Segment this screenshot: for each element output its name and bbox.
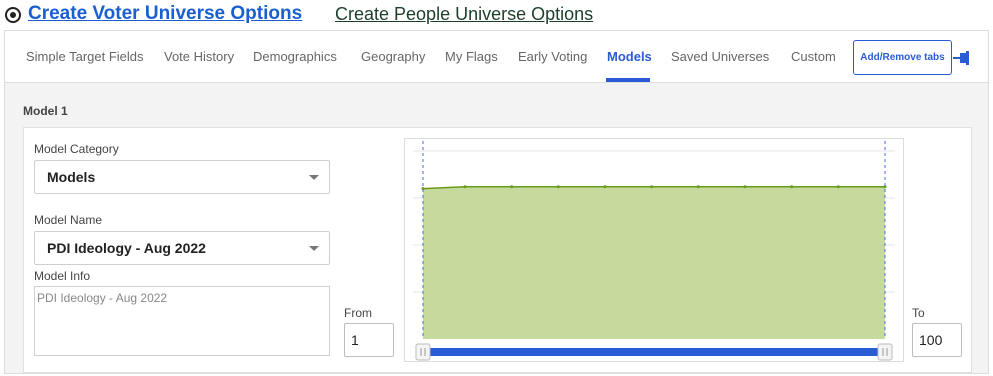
tab-vote-history[interactable]: Vote History bbox=[164, 49, 234, 64]
tab-my-flags[interactable]: My Flags bbox=[445, 49, 498, 64]
model-name-label: Model Name bbox=[34, 213, 103, 227]
to-label: To bbox=[912, 306, 925, 320]
chevron-down-icon bbox=[309, 175, 319, 180]
model-distribution-chart bbox=[404, 138, 904, 362]
data-point-9 bbox=[836, 185, 840, 189]
model-category-label: Model Category bbox=[34, 142, 119, 156]
data-point-8 bbox=[790, 185, 794, 189]
model-category-value: Models bbox=[47, 169, 96, 185]
distribution-chart-svg bbox=[413, 141, 895, 361]
tab-geography[interactable]: Geography bbox=[361, 49, 425, 64]
data-point-3 bbox=[556, 185, 560, 189]
data-point-4 bbox=[603, 185, 607, 189]
pin-icon[interactable] bbox=[953, 50, 971, 66]
data-point-7 bbox=[743, 185, 747, 189]
radio-selected-dot bbox=[10, 12, 16, 18]
tab-demographics[interactable]: Demographics bbox=[253, 49, 337, 64]
model-category-select[interactable]: Models bbox=[34, 160, 330, 194]
model-info-label: Model Info bbox=[34, 269, 91, 283]
tab-custom[interactable]: Custom bbox=[791, 49, 836, 64]
data-point-6 bbox=[696, 185, 700, 189]
model-info-field[interactable]: PDI Ideology - Aug 2022 bbox=[34, 286, 330, 356]
data-point-5 bbox=[650, 185, 654, 189]
from-label: From bbox=[344, 306, 372, 320]
range-slider-start-handle[interactable] bbox=[415, 343, 431, 361]
tab-models[interactable]: Models bbox=[607, 49, 652, 64]
universe-options-row: Create Voter Universe Options Create Peo… bbox=[0, 0, 993, 30]
to-input[interactable]: 100 bbox=[912, 323, 962, 357]
voter-universe-radio[interactable] bbox=[5, 7, 21, 23]
range-slider-end-handle[interactable] bbox=[877, 343, 893, 361]
tab-bar: Simple Target Fields Vote History Demogr… bbox=[5, 31, 988, 83]
tab-simple-target-fields[interactable]: Simple Target Fields bbox=[26, 49, 144, 64]
data-point-2 bbox=[510, 185, 514, 189]
distribution-area bbox=[423, 186, 885, 339]
add-remove-tabs-button[interactable]: Add/Remove tabs bbox=[853, 40, 952, 75]
range-slider-track[interactable] bbox=[423, 348, 885, 356]
data-point-1 bbox=[463, 185, 467, 189]
active-tab-indicator bbox=[606, 78, 650, 82]
tab-early-voting[interactable]: Early Voting bbox=[518, 49, 587, 64]
tab-saved-universes[interactable]: Saved Universes bbox=[671, 49, 769, 64]
create-people-universe-link[interactable]: Create People Universe Options bbox=[335, 4, 593, 25]
model-section-title: Model 1 bbox=[23, 104, 68, 118]
universe-options-panel: Simple Target Fields Vote History Demogr… bbox=[4, 30, 989, 374]
from-input[interactable]: 1 bbox=[344, 323, 394, 357]
create-voter-universe-link[interactable]: Create Voter Universe Options bbox=[28, 3, 302, 25]
model-name-value: PDI Ideology - Aug 2022 bbox=[47, 240, 206, 256]
model-card: Model Category Models Model Name PDI Ide… bbox=[23, 127, 972, 373]
chevron-down-icon bbox=[309, 246, 319, 251]
model-name-select[interactable]: PDI Ideology - Aug 2022 bbox=[34, 231, 330, 265]
